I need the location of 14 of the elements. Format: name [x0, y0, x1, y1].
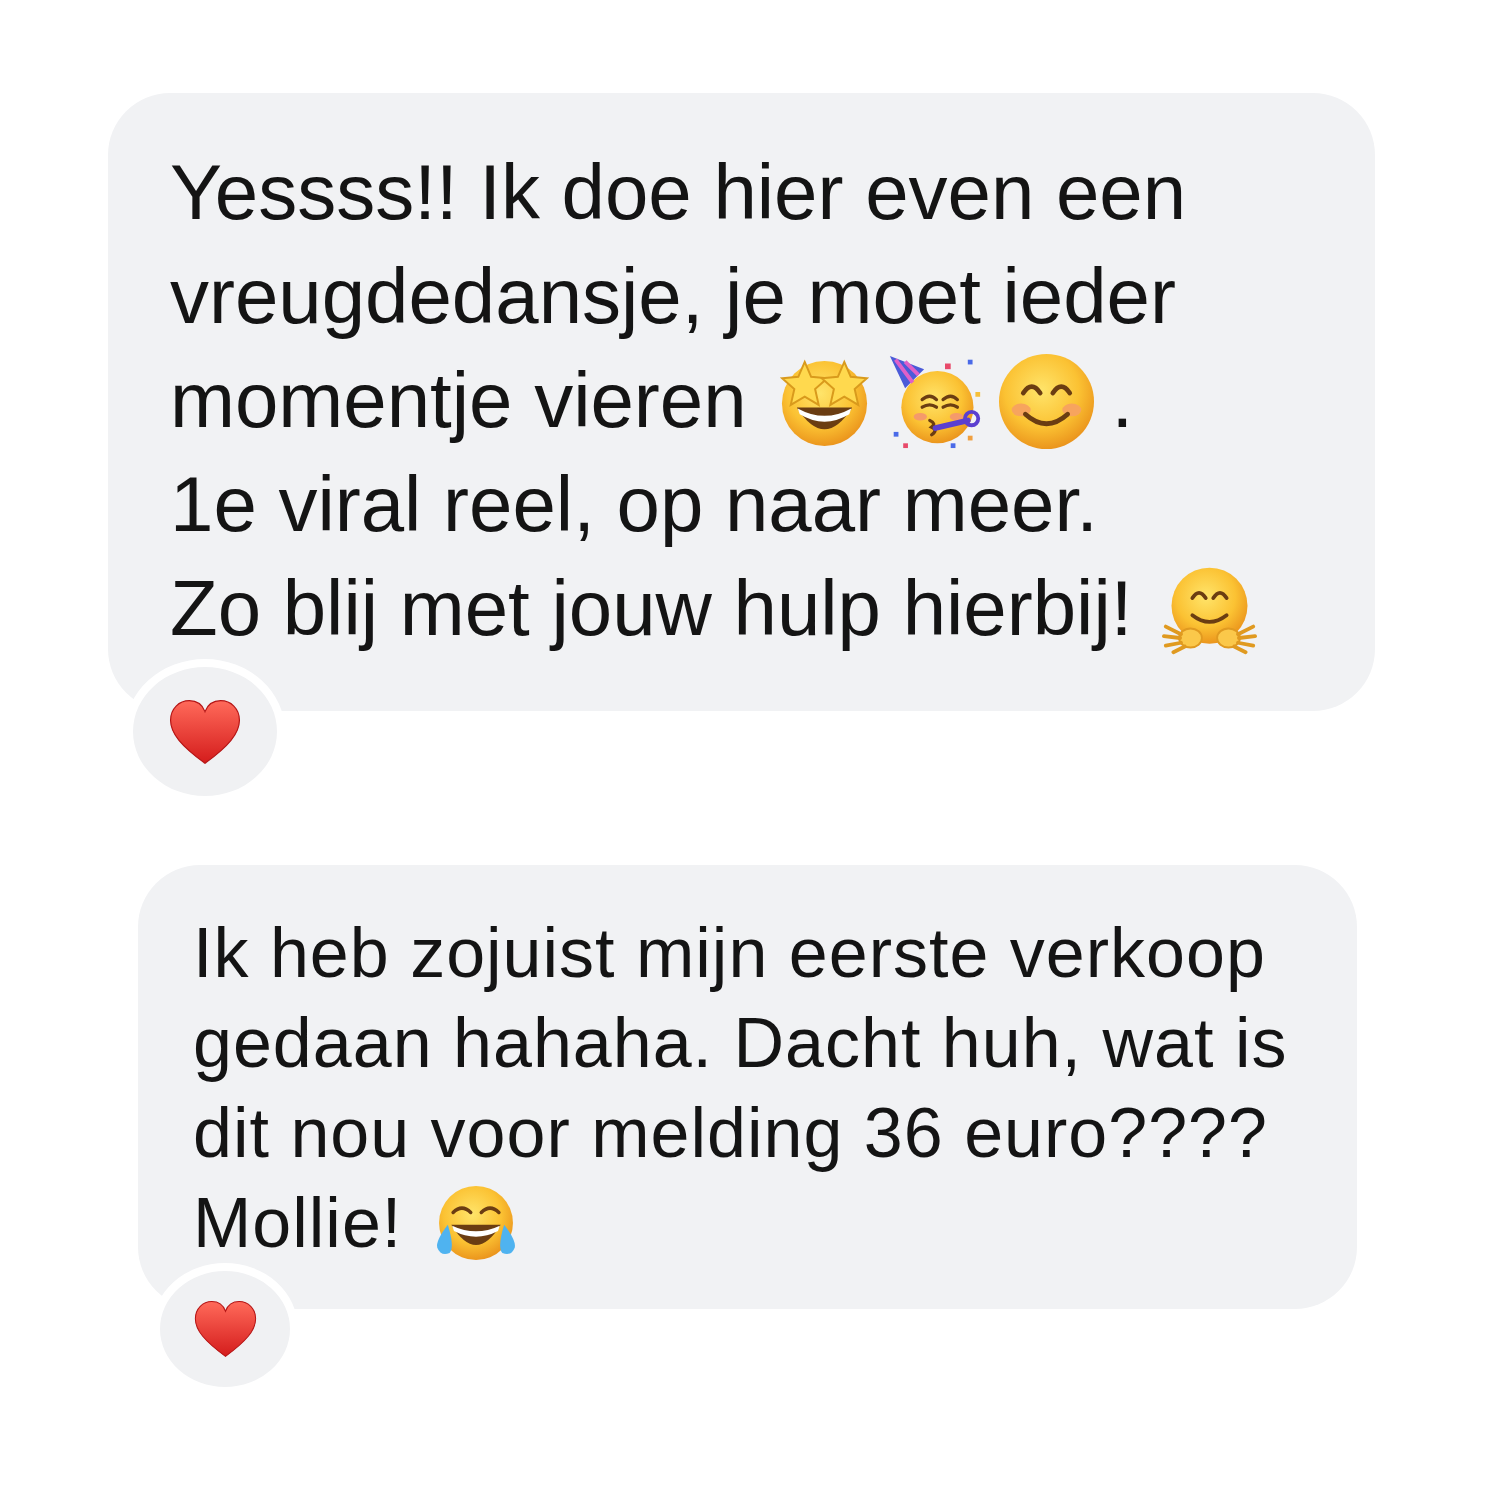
- message-text: Ik heb zojuist mijn eerste verkoop: [193, 912, 1266, 994]
- message-text: momentje vieren: [170, 356, 747, 446]
- message-text: .: [1111, 356, 1134, 446]
- message-text: Zo blij met jouw hulp hierbij!: [170, 564, 1133, 654]
- heart-icon: [193, 1300, 257, 1358]
- message-text: Mollie!: [193, 1182, 403, 1264]
- message-text: Yessss!! Ik doe hier even een: [170, 148, 1187, 238]
- party-face-icon: [887, 353, 983, 449]
- message-text: gedaan hahaha. Dacht huh, wat is: [193, 1002, 1288, 1084]
- heart-icon: [169, 698, 241, 765]
- message-text: 1e viral reel, op naar meer.: [170, 460, 1098, 550]
- smiling-face-icon: [998, 353, 1094, 449]
- message-text: vreugdedansje, je moet ieder: [170, 252, 1176, 342]
- message-text: dit nou voor melding 36 euro????: [193, 1092, 1268, 1174]
